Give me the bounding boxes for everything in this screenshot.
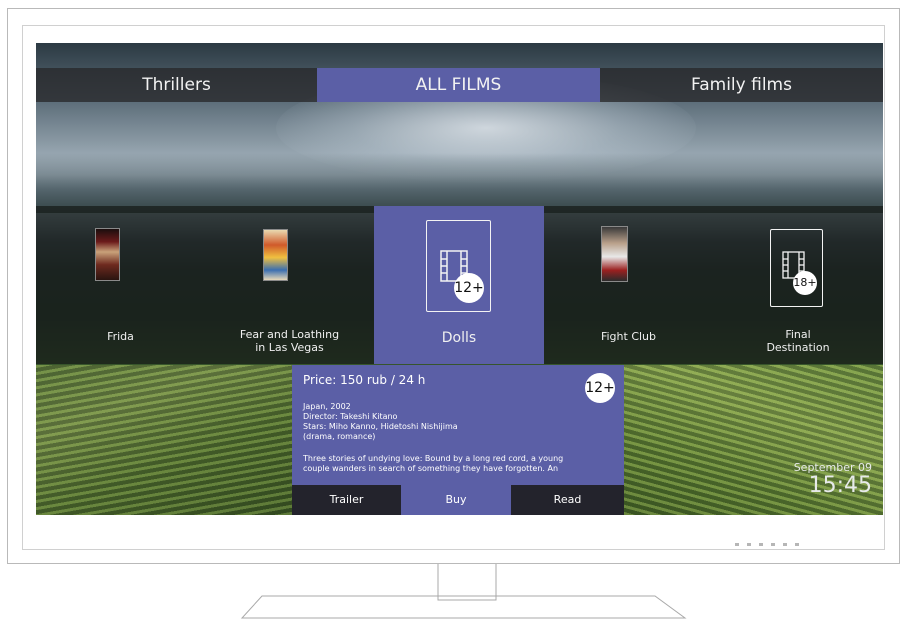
movie-poster [601,226,628,282]
movie-poster [263,229,288,281]
description-line1: Three stories of undying love: Bound by … [303,454,564,463]
clock-time: 15:45 [808,473,872,498]
movie-details-panel: Price: 150 rub / 24 h 12+ Japan, 2002 Di… [292,365,624,515]
clock-widget: September 09 15:45 [794,461,872,498]
age-rating-badge: 18+ [793,271,817,295]
meta-country-year: Japan, 2002 [303,402,351,411]
film-icon: 12+ [426,220,491,312]
trailer-button[interactable]: Trailer [292,485,401,515]
age-rating-badge: 12+ [454,273,484,303]
movie-title-line1: Fear and Loathing [239,328,340,341]
tab-all-films[interactable]: ALL FILMS [317,68,600,102]
movie-item-dolls[interactable]: 12+ Dolls [374,206,544,364]
tab-thrillers[interactable]: Thrillers [36,68,317,102]
movie-title: Dolls [441,330,477,346]
movie-description: Three stories of undying love: Bound by … [303,454,608,474]
movie-meta: Japan, 2002 Director: Takeshi Kitano Sta… [303,402,458,442]
movie-item-fight-club[interactable]: Fight Club [544,206,713,364]
film-icon: 18+ [770,229,823,307]
movie-carousel: Frida Fear and Loathing in Las Vegas 12+… [36,206,883,364]
tv-screen: Thrillers ALL FILMS Family films Frida F… [36,43,883,515]
movie-title-line2: in Las Vegas [255,341,324,354]
movie-item-frida[interactable]: Frida [36,206,205,364]
description-line2: couple wanders in search of something th… [303,464,559,473]
tab-family-films[interactable]: Family films [600,68,883,102]
meta-stars: Stars: Miho Kanno, Hidetoshi Nishijima [303,422,458,431]
movie-item-fear-and-loathing[interactable]: Fear and Loathing in Las Vegas [205,206,374,364]
price-label: Price: 150 rub / 24 h [303,373,426,387]
rice-terrace-left [36,365,292,515]
movie-poster [95,228,120,281]
age-rating-badge: 12+ [585,373,615,403]
mountain-background [36,153,883,213]
movie-title: Fight Club [600,330,657,343]
action-buttons: Trailer Buy Read [292,485,624,515]
meta-director: Director: Takeshi Kitano [303,412,398,421]
buy-button[interactable]: Buy [401,485,511,515]
category-nav: Thrillers ALL FILMS Family films [36,68,883,102]
meta-genre: (drama, romance) [303,432,376,441]
movie-title: Frida [107,330,134,343]
movie-title-line2: Destination [766,341,830,354]
movie-item-final-destination[interactable]: 18+ Final Destination [713,206,883,364]
read-button[interactable]: Read [511,485,624,515]
movie-title-line1: Final [785,328,811,341]
